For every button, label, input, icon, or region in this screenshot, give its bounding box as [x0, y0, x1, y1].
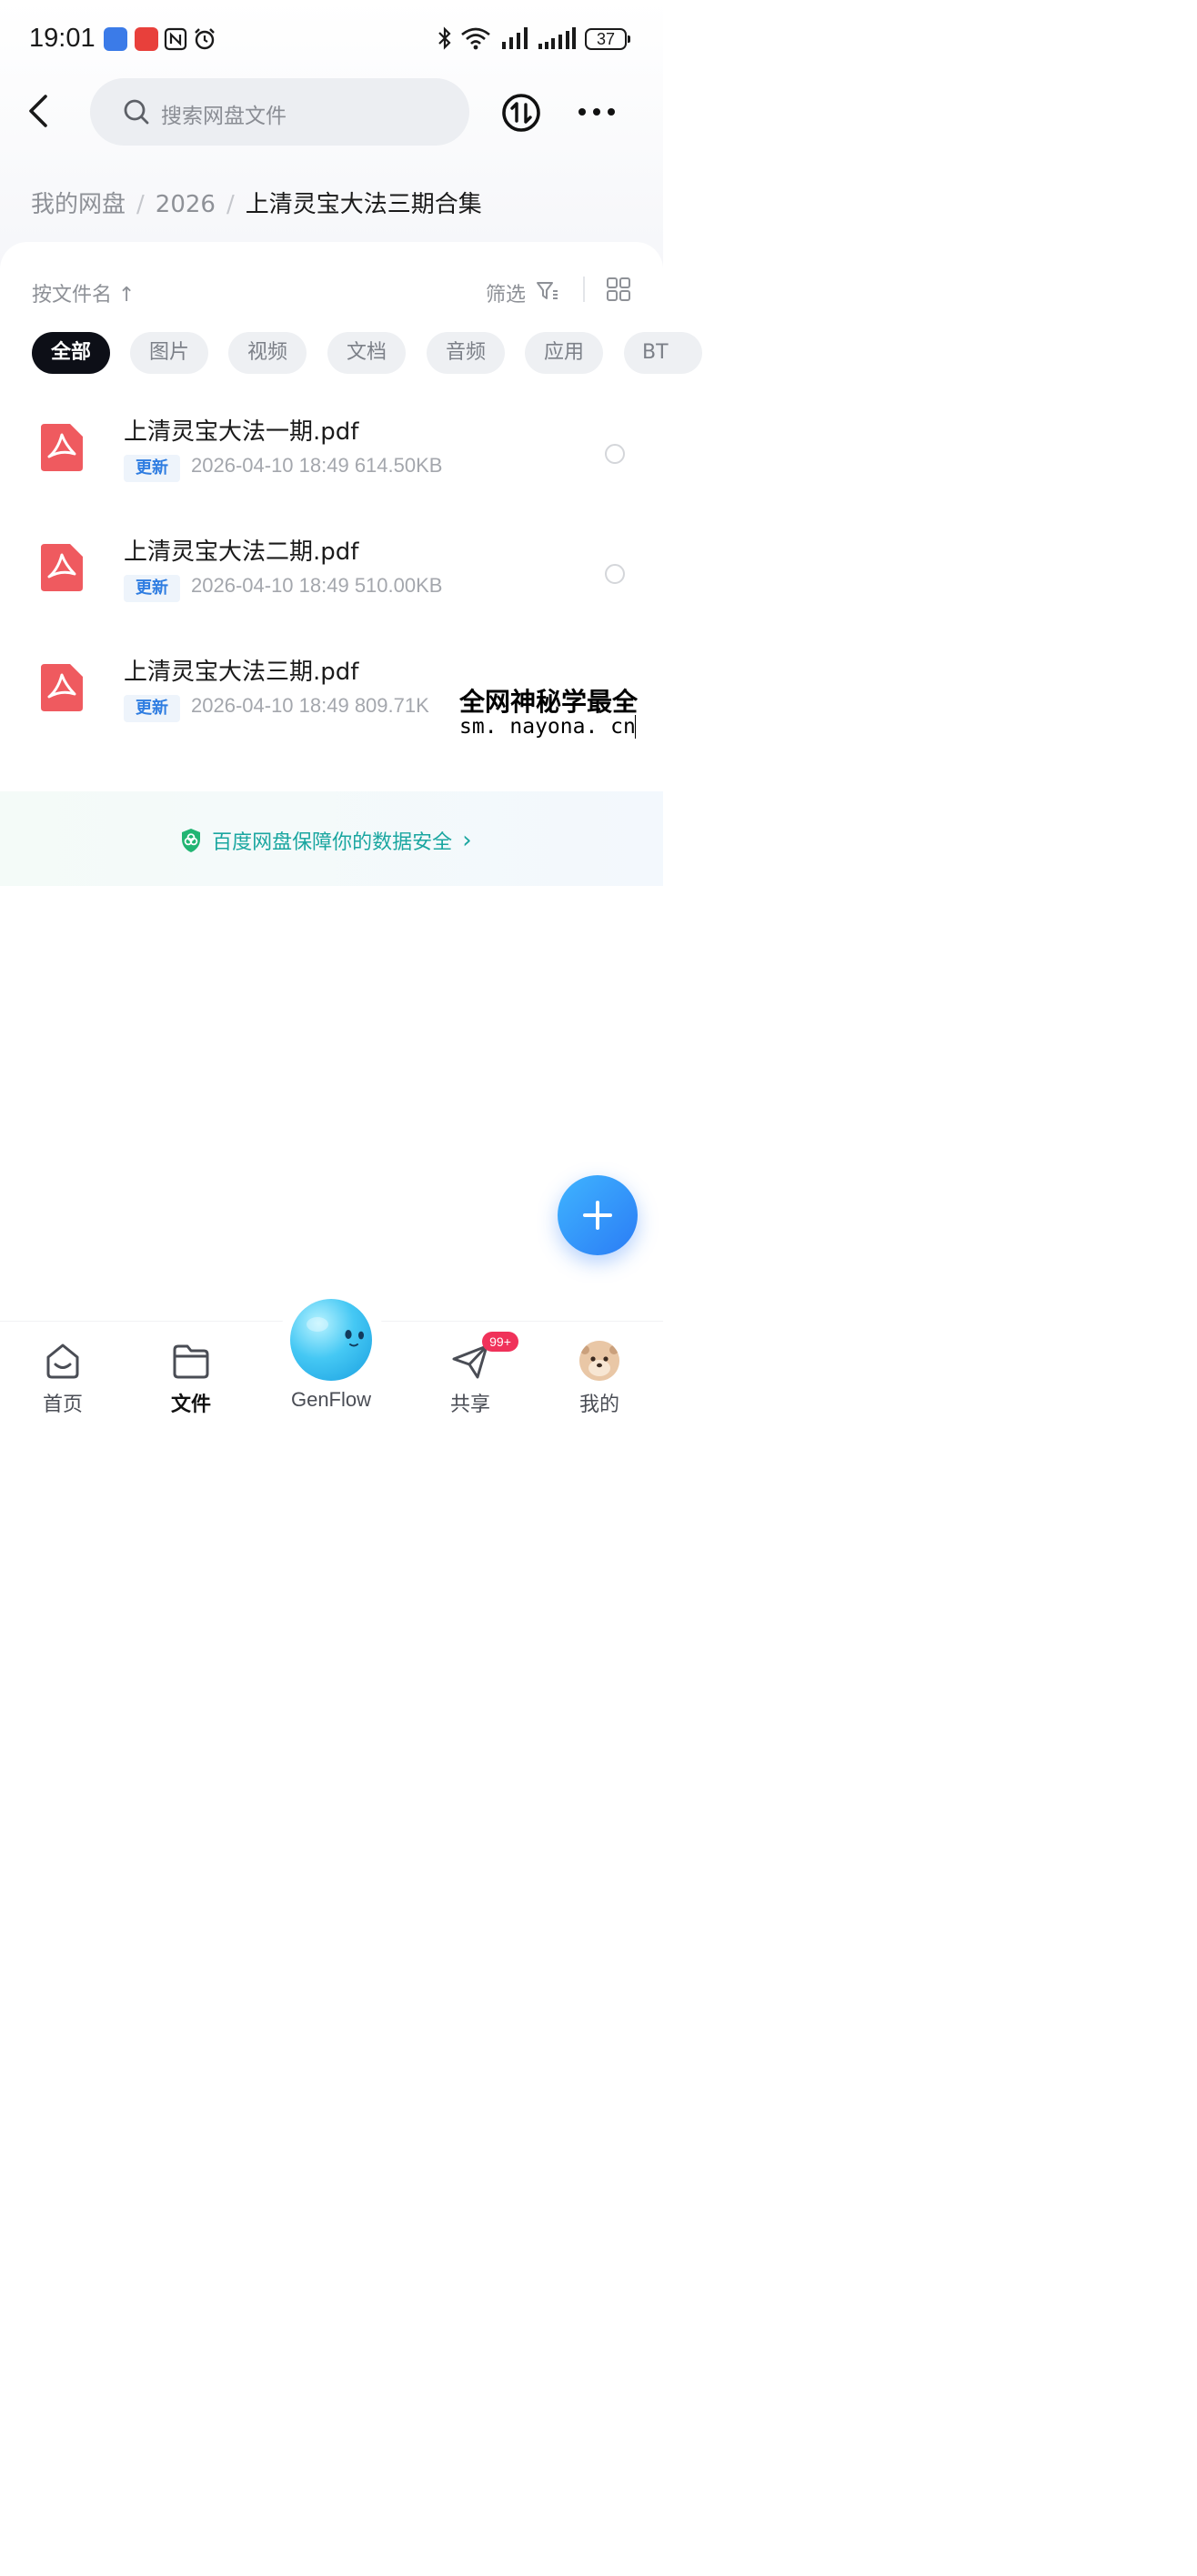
safety-banner-text: 百度网盘保障你的数据安全 — [212, 831, 453, 854]
status-bar: 19:01 37 — [0, 0, 663, 78]
sort-by-name-button[interactable]: 按文件名 ↑ — [32, 278, 135, 307]
alarm-icon — [193, 27, 216, 51]
chip-images[interactable]: 图片 — [130, 332, 208, 374]
breadcrumb-item-year[interactable]: 2026 — [156, 191, 216, 218]
search-input[interactable]: 搜索网盘文件 — [90, 78, 469, 146]
filter-icon[interactable] — [536, 280, 559, 306]
select-radio[interactable] — [605, 564, 625, 584]
back-button[interactable] — [20, 91, 60, 131]
avatar-image — [579, 1341, 619, 1381]
genflow-icon — [307, 1317, 364, 1347]
file-meta: 2026-04-10 18:49 614.50KB — [191, 454, 443, 477]
file-meta: 2026-04-10 18:49 510.00KB — [191, 574, 443, 597]
grid-view-icon[interactable] — [606, 277, 631, 306]
app-notification-icon — [104, 27, 127, 51]
search-icon — [123, 98, 150, 129]
transfer-icon — [502, 94, 540, 132]
bluetooth-icon — [437, 25, 453, 55]
nav-mine-label: 我的 — [578, 1394, 619, 1416]
chip-bt[interactable]: BT — [624, 332, 702, 374]
plus-icon — [596, 1201, 599, 1230]
nav-share[interactable]: 共享 — [429, 1341, 511, 1423]
watermark-title: 全网神秘学最全 — [459, 687, 639, 717]
update-badge: 更新 — [124, 455, 180, 482]
nfc-icon — [164, 27, 187, 51]
breadcrumb: 我的网盘 / 2026 / 上清灵宝大法三期合集 — [31, 186, 482, 219]
nav-home[interactable]: 首页 — [22, 1341, 104, 1423]
add-button[interactable] — [558, 1175, 638, 1255]
shield-icon — [182, 829, 200, 852]
signal-icon — [537, 25, 577, 55]
battery-indicator: 37 — [585, 28, 630, 50]
nav-home-label: 首页 — [42, 1394, 83, 1416]
signal-icon — [500, 25, 531, 55]
safety-banner[interactable]: 百度网盘保障你的数据安全 › — [0, 791, 663, 886]
transfer-button[interactable] — [501, 93, 541, 133]
more-button[interactable] — [577, 100, 617, 124]
nav-files[interactable]: 文件 — [150, 1341, 232, 1423]
genflow-button[interactable] — [290, 1299, 372, 1381]
breadcrumb-separator: / — [226, 191, 235, 218]
text-cursor — [635, 715, 636, 739]
nav-genflow-label: GenFlow — [290, 1388, 372, 1411]
breadcrumb-separator: / — [136, 191, 145, 218]
file-row[interactable]: 上清灵宝大法二期.pdf 更新 2026-04-10 18:49 510.00K… — [0, 517, 663, 626]
pdf-icon — [41, 424, 83, 471]
watermark-overlay: 全网神秘学最全 sm. nayona. cn — [459, 682, 663, 742]
more-icon — [578, 108, 615, 116]
safety-banner-content: 百度网盘保障你的数据安全 › — [180, 826, 472, 854]
file-row[interactable]: 上清灵宝大法一期.pdf 更新 2026-04-10 18:49 614.50K… — [0, 397, 663, 506]
chip-documents[interactable]: 文档 — [327, 332, 406, 374]
file-name: 上清灵宝大法三期.pdf — [124, 659, 359, 686]
avatar[interactable] — [579, 1341, 619, 1381]
select-radio[interactable] — [605, 444, 625, 464]
chip-videos[interactable]: 视频 — [228, 332, 307, 374]
filter-button[interactable]: 筛选 — [486, 278, 526, 307]
back-arrow-icon — [29, 95, 47, 127]
status-time: 19:01 — [29, 24, 96, 53]
file-name: 上清灵宝大法二期.pdf — [124, 538, 359, 566]
chip-all[interactable]: 全部 — [32, 332, 110, 374]
wifi-icon — [460, 25, 491, 55]
home-icon — [46, 1343, 79, 1379]
file-name: 上清灵宝大法一期.pdf — [124, 418, 359, 446]
watermark-url: sm. nayona. cn — [459, 715, 636, 739]
file-meta: 2026-04-10 18:49 809.71K — [191, 694, 429, 717]
pdf-icon — [41, 544, 83, 591]
search-placeholder: 搜索网盘文件 — [161, 105, 287, 128]
app-notification-icon — [135, 27, 158, 51]
update-badge: 更新 — [124, 575, 180, 602]
nav-files-label: 文件 — [170, 1394, 211, 1416]
breadcrumb-item-root[interactable]: 我的网盘 — [31, 191, 126, 218]
pdf-icon — [41, 664, 83, 711]
chevron-right-icon: › — [462, 827, 472, 854]
share-badge: 99+ — [482, 1332, 518, 1352]
folder-icon — [173, 1344, 209, 1379]
breadcrumb-current: 上清灵宝大法三期合集 — [245, 191, 482, 218]
nav-share-label: 共享 — [449, 1394, 490, 1416]
chip-audio[interactable]: 音频 — [427, 332, 505, 374]
chip-apps[interactable]: 应用 — [525, 332, 603, 374]
toolbar-divider — [583, 277, 585, 302]
update-badge: 更新 — [124, 695, 180, 722]
